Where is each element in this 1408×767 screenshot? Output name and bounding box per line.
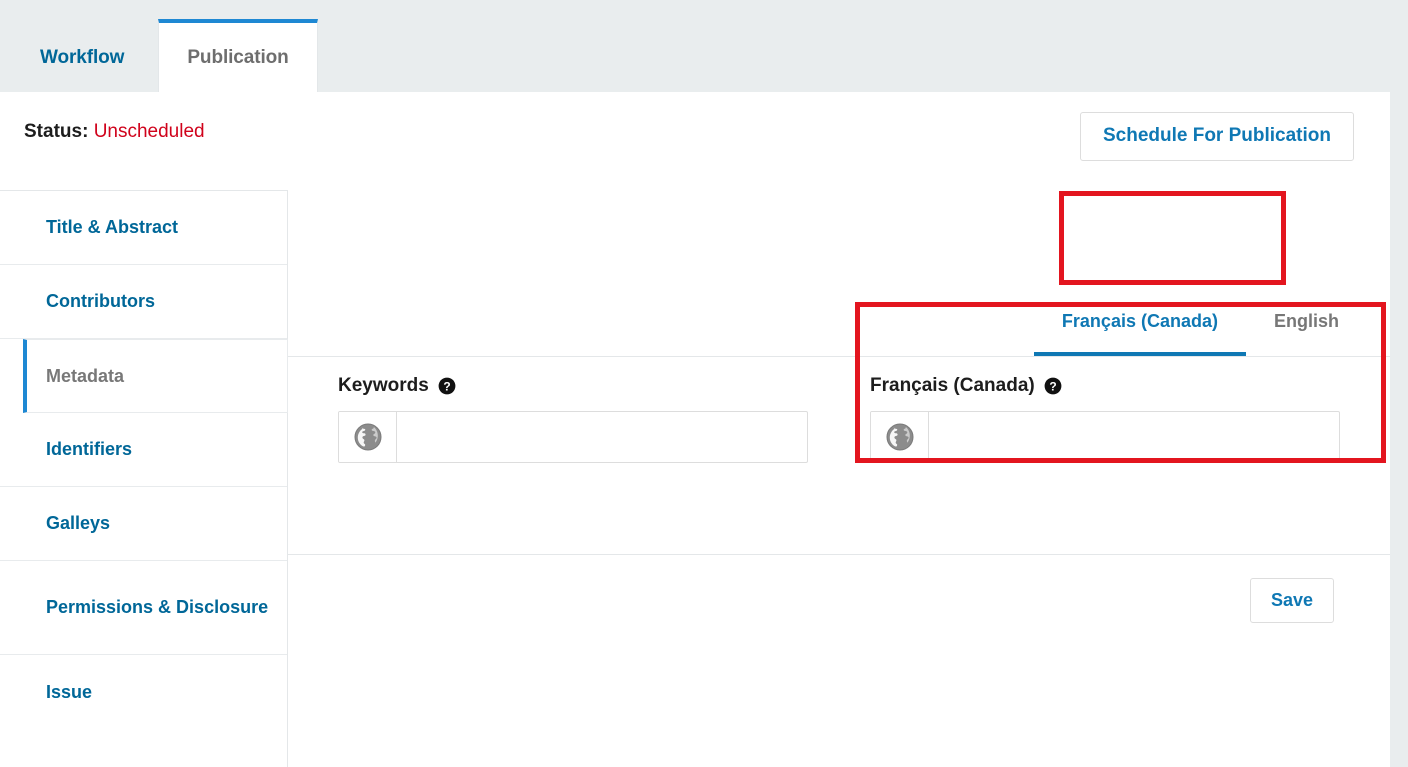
francais-canada-field-label-row: Français (Canada) ?	[870, 375, 1340, 397]
sidebar-item-contributors[interactable]: Contributors	[0, 265, 287, 339]
status-display: Status: Unscheduled	[24, 121, 205, 143]
save-button[interactable]: Save	[1249, 578, 1334, 623]
status-badge: Unscheduled	[93, 121, 205, 142]
tab-workflow-label: Workflow	[40, 46, 125, 68]
globe-icon	[871, 412, 929, 462]
sidebar-item-galleys[interactable]: Galleys	[0, 487, 287, 561]
francais-canada-input-wrapper[interactable]	[870, 411, 1340, 463]
tab-francais-canada-label: Français (Canada)	[1061, 311, 1218, 331]
publication-sidebar: Title & Abstract Contributors Metadata I…	[0, 190, 288, 767]
sidebar-item-label: Contributors	[46, 291, 155, 311]
globe-icon	[339, 412, 397, 462]
tab-english[interactable]: English	[1246, 312, 1367, 356]
help-circle-icon[interactable]: ?	[1044, 377, 1062, 395]
francais-canada-field-group: Français (Canada) ?	[870, 375, 1340, 463]
sidebar-item-label: Metadata	[46, 365, 125, 386]
publication-panel: Status: Unscheduled Schedule For Publica…	[0, 92, 1390, 767]
publication-body: Title & Abstract Contributors Metadata I…	[0, 190, 1390, 767]
sidebar-item-title-abstract[interactable]: Title & Abstract	[0, 191, 287, 265]
sidebar-item-identifiers[interactable]: Identifiers	[0, 413, 287, 487]
schedule-for-publication-label: Schedule For Publication	[1102, 125, 1331, 146]
sidebar-item-label: Galleys	[46, 513, 111, 533]
tab-francais-canada[interactable]: Français (Canada)	[1033, 311, 1246, 356]
sidebar-item-permissions-disclosure[interactable]: Permissions & Disclosure	[0, 561, 287, 655]
tab-publication-label: Publication	[187, 46, 289, 68]
keywords-field-group: Keywords ?	[338, 375, 808, 463]
keywords-label: Keywords	[338, 375, 429, 396]
publication-metadata-page: Workflow Publication Status: Unscheduled…	[0, 0, 1408, 767]
keywords-field-label-row: Keywords ?	[338, 375, 808, 397]
help-circle-icon[interactable]: ?	[438, 377, 456, 395]
sidebar-item-label: Identifiers	[46, 439, 133, 459]
francais-canada-label: Français (Canada)	[870, 375, 1035, 396]
status-row: Status: Unscheduled Schedule For Publica…	[0, 92, 1390, 190]
language-tab-bar: Français (Canada) English	[288, 190, 1390, 357]
page-right-gutter	[1390, 92, 1408, 767]
keywords-form-region: Keywords ? Français (Canada) ?	[288, 357, 1390, 555]
keywords-input-wrapper[interactable]	[338, 411, 808, 463]
tab-publication[interactable]: Publication	[158, 19, 318, 92]
sidebar-item-issue[interactable]: Issue	[0, 655, 287, 729]
tab-workflow[interactable]: Workflow	[0, 19, 158, 92]
svg-text:?: ?	[1049, 379, 1056, 393]
sidebar-item-label: Permissions & Disclosure	[46, 597, 269, 618]
sidebar-item-metadata[interactable]: Metadata	[23, 339, 288, 413]
metadata-content: Français (Canada) English Keywords ? Fra…	[288, 190, 1390, 767]
tab-english-label: English	[1273, 311, 1339, 331]
sidebar-item-label: Title & Abstract	[46, 217, 179, 237]
sidebar-item-label: Issue	[46, 681, 93, 702]
schedule-for-publication-button[interactable]: Schedule For Publication	[1079, 112, 1354, 161]
primary-tab-bar: Workflow Publication	[0, 0, 1408, 92]
svg-text:?: ?	[443, 379, 450, 393]
francais-canada-keywords-input[interactable]	[929, 412, 1339, 462]
keywords-input[interactable]	[397, 412, 807, 462]
save-row: Save	[288, 555, 1390, 665]
status-label: Status:	[24, 121, 89, 142]
save-button-label: Save	[1270, 590, 1313, 610]
